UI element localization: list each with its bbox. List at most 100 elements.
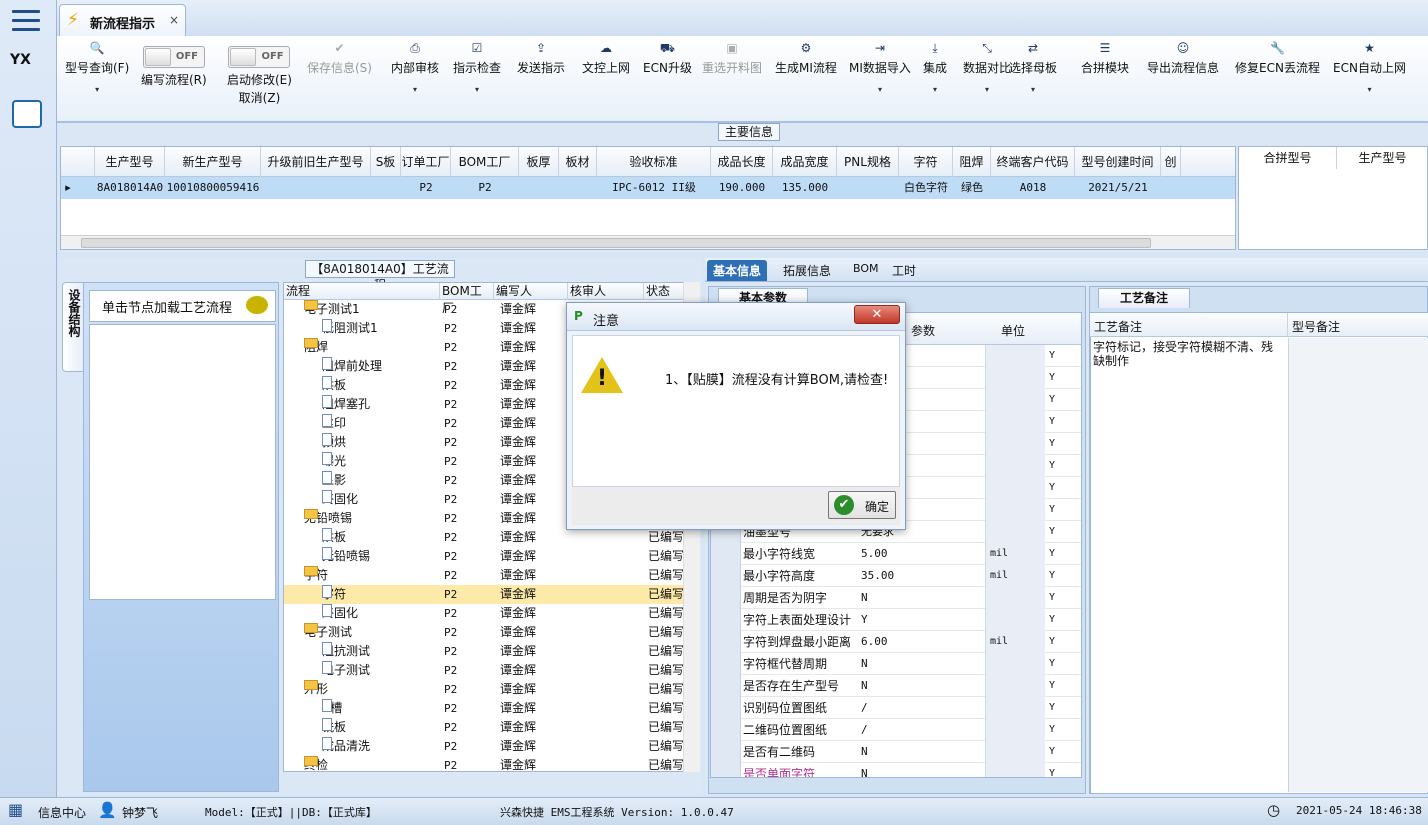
chevron-down-icon[interactable]: ▾ <box>391 85 439 94</box>
cell[interactable]: IPC-6012 II级 <box>597 177 711 199</box>
col-header[interactable]: 创 <box>1161 147 1181 177</box>
toolbar-item-4[interactable]: ⎙ 内部审核 ▾ <box>391 40 439 94</box>
tab-new-flow[interactable]: ⚡ 新流程指示 × <box>59 4 186 36</box>
param-value[interactable]: N <box>861 675 868 697</box>
toolbar-item-5[interactable]: ☑ 指示检查 ▾ <box>453 40 501 94</box>
col-header[interactable]: 成品长度 <box>711 147 773 177</box>
tab-basic-info[interactable]: 基本信息 <box>707 260 768 281</box>
toolbar-item-0[interactable]: 🔍 型号查询(F) ▾ <box>65 40 129 94</box>
comment-icon[interactable] <box>246 296 268 314</box>
col-header[interactable]: 板材 <box>559 147 597 177</box>
col-header[interactable]: BOM工厂 <box>451 147 519 177</box>
model-remark-cell[interactable] <box>1288 338 1428 792</box>
param-row[interactable]: 字符框代替周期 N Y <box>711 653 1081 675</box>
col-header[interactable]: 生产型号 <box>95 147 165 177</box>
cell[interactable]: 白色字符 <box>899 177 953 199</box>
param-row[interactable]: 字符上表面处理设计 Y Y <box>711 609 1081 631</box>
status-info-center[interactable]: 信息中心 <box>38 804 86 821</box>
chevron-down-icon[interactable]: ▾ <box>453 85 501 94</box>
tree-row[interactable]: 电子测试 P2 谭金辉 已编写 <box>284 661 684 680</box>
node-list[interactable] <box>89 324 276 600</box>
param-row[interactable]: 识别码位置图纸 / Y <box>711 697 1081 719</box>
toolbar-item-14[interactable]: ⇄ 选择母板 ▾ <box>1009 40 1057 94</box>
cell[interactable]: 10010800059416 <box>165 177 261 199</box>
side-tab-equipment[interactable]: 设备结构 <box>62 282 84 372</box>
chevron-down-icon[interactable]: ▾ <box>65 85 129 94</box>
tree-row[interactable]: −字符P2谭金辉已编写 <box>284 566 684 585</box>
cell[interactable]: 190.000 <box>711 177 773 199</box>
tab-hours[interactable]: 工时 <box>892 262 916 279</box>
cell[interactable] <box>837 177 899 199</box>
toggle-switch[interactable]: OFF <box>142 46 205 68</box>
param-row[interactable]: 是否单面字符 N Y <box>711 763 1081 777</box>
tree-row[interactable]: 终固化 P2 谭金辉 已编写 <box>284 604 684 623</box>
tree-col-header[interactable]: 编写人 <box>494 283 568 300</box>
cell[interactable] <box>371 177 401 199</box>
col-header[interactable]: 型号创建时间 <box>1075 147 1161 177</box>
tree-row[interactable]: −电子测试P2谭金辉已编写 <box>284 623 684 642</box>
toolbar-item-17[interactable]: 🔧 修复ECN丢流程 <box>1235 40 1320 76</box>
cell[interactable] <box>261 177 371 199</box>
menu-icon[interactable] <box>12 10 40 34</box>
toolbar-item-15[interactable]: ☰ 合拼模块 <box>1081 40 1129 76</box>
company-logo[interactable]: YX <box>10 52 46 84</box>
tree-col-header[interactable]: 流程 <box>284 283 440 300</box>
toolbar-item-6[interactable]: ⇪ 发送指示 <box>517 40 565 76</box>
param-value[interactable]: 35.00 <box>861 565 894 587</box>
toolbar-item-18[interactable]: ★ ECN自动上网 ▾ <box>1333 40 1406 94</box>
param-row[interactable]: 二维码位置图纸 / Y <box>711 719 1081 741</box>
tree-row[interactable]: −外形P2谭金辉已编写 <box>284 680 684 699</box>
param-value[interactable]: N <box>861 763 868 777</box>
horizontal-scrollbar[interactable] <box>61 235 1235 249</box>
tree-row[interactable]: 字符 P2 谭金辉 已编写 <box>284 585 684 604</box>
tab-ext-info[interactable]: 拓展信息 <box>783 262 831 279</box>
toolbar-item-3[interactable]: ✔ 保存信息(S) <box>307 40 372 76</box>
toolbar-item-8[interactable]: ⛟ ECN升级 <box>643 40 692 76</box>
param-value[interactable]: N <box>861 741 868 763</box>
cell[interactable]: P2 <box>401 177 451 199</box>
tree-row[interactable]: −终检P2谭金辉已编写 <box>284 756 684 771</box>
col-header[interactable]: 字符 <box>899 147 953 177</box>
tree-col-header[interactable]: 核审人 <box>568 283 644 300</box>
tree-row[interactable]: 烘板 P2 谭金辉 已编写 <box>284 528 684 547</box>
param-value[interactable]: / <box>861 697 868 719</box>
param-value[interactable]: N <box>861 653 868 675</box>
param-value[interactable]: / <box>861 719 868 741</box>
toolbar-item-7[interactable]: ☁ 文控上网 <box>582 40 630 76</box>
close-icon[interactable]: × <box>169 13 179 27</box>
col-header[interactable]: 升级前旧生产型号 <box>261 147 371 177</box>
cell[interactable]: 2021/5/21 <box>1075 177 1161 199</box>
param-value[interactable]: 6.00 <box>861 631 888 653</box>
cell[interactable]: P2 <box>451 177 519 199</box>
remark-text[interactable]: 字符标记，接受字符模糊不清、残缺制作 <box>1093 340 1273 368</box>
param-row[interactable]: 是否存在生产型号 N Y <box>711 675 1081 697</box>
param-row[interactable]: 最小字符线宽 5.00 mil Y <box>711 543 1081 565</box>
param-row[interactable]: 周期是否为阴字 N Y <box>711 587 1081 609</box>
ok-button[interactable]: ✔ 确定 <box>828 491 896 519</box>
param-value[interactable]: 5.00 <box>861 543 888 565</box>
col-header[interactable]: 成品宽度 <box>773 147 837 177</box>
chevron-down-icon[interactable]: ▾ <box>849 85 911 94</box>
col-header[interactable]: 新生产型号 <box>165 147 261 177</box>
param-row[interactable]: 字符到焊盘最小距离 6.00 mil Y <box>711 631 1081 653</box>
tab-bom[interactable]: BOM <box>853 262 879 275</box>
col-header[interactable]: S板 <box>371 147 401 177</box>
cell[interactable]: 绿色 <box>953 177 991 199</box>
grid-icon[interactable]: ▦ <box>8 800 23 819</box>
chevron-down-icon[interactable]: ▾ <box>1333 85 1406 94</box>
toolbar-item-label2[interactable]: 取消(Z) <box>227 89 292 106</box>
table-row[interactable]: ▸ 8A018014A0 10010800059416 P2 P2 IPC-6012 II… <box>61 177 1235 199</box>
chevron-down-icon[interactable]: ▾ <box>923 85 947 94</box>
col-header[interactable]: 订单工厂 <box>401 147 451 177</box>
toggle-switch[interactable]: OFF <box>228 46 291 68</box>
toolbar-item-10[interactable]: ⚙ 生成MI流程 <box>775 40 837 76</box>
tree-row[interactable]: 阻抗测试 P2 谭金辉 已编写 <box>284 642 684 661</box>
param-row[interactable]: 最小字符高度 35.00 mil Y <box>711 565 1081 587</box>
cell[interactable]: 8A018014A0 <box>95 177 165 199</box>
toolbar-item-11[interactable]: ⇥ MI数据导入 ▾ <box>849 40 911 94</box>
tree-col-header[interactable]: 状态 <box>644 283 684 300</box>
param-row[interactable]: 是否有二维码 N Y <box>711 741 1081 763</box>
tree-row[interactable]: 成品清洗 P2 谭金辉 已编写 <box>284 737 684 756</box>
cell[interactable] <box>559 177 597 199</box>
param-value[interactable]: N <box>861 587 868 609</box>
